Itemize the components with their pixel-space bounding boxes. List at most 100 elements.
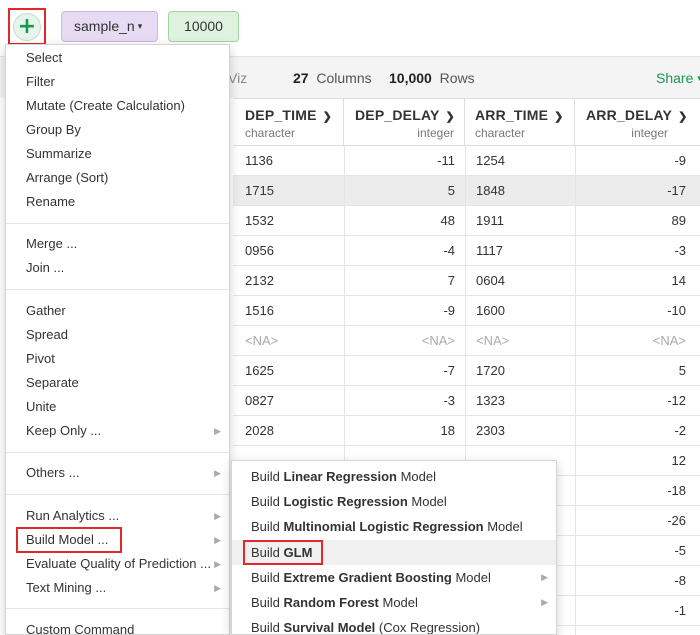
- column-count-value: 27: [293, 70, 309, 86]
- table-cell: 1136: [245, 153, 273, 168]
- plus-icon[interactable]: +: [13, 13, 41, 41]
- table-cell: -5: [674, 543, 686, 558]
- submenu-item-random-forest[interactable]: Build Random Forest Model ▶: [232, 590, 556, 615]
- menu-divider: [6, 289, 229, 290]
- table-cell: 2028: [245, 423, 274, 438]
- menu-item-label: Run Analytics ...: [26, 508, 120, 523]
- menu-item-spread[interactable]: Spread: [6, 323, 229, 347]
- menu-item-rename[interactable]: Rename: [6, 190, 229, 214]
- chevron-right-icon: ▶: [214, 559, 221, 569]
- column-count-label: Columns: [316, 70, 372, 86]
- build-model-highlight: [16, 527, 122, 553]
- table-cell: 1848: [476, 183, 505, 198]
- submenu-item-prefix: Build: [251, 494, 284, 509]
- submenu-item-model-name: Multinomial Logistic Regression: [283, 519, 484, 534]
- submenu-item-suffix: Model: [483, 519, 523, 534]
- menu-item-summarize[interactable]: Summarize: [6, 142, 229, 166]
- chevron-down-icon[interactable]: ❯: [554, 111, 563, 123]
- menu-item-pivot[interactable]: Pivot: [6, 347, 229, 371]
- table-cell: <NA>: [421, 333, 455, 348]
- chevron-down-icon[interactable]: ❯: [323, 111, 332, 123]
- row-count: 10,000 Rows: [389, 70, 475, 86]
- menu-item-arrange[interactable]: Arrange (Sort): [6, 166, 229, 190]
- table-cell: -12: [667, 393, 686, 408]
- column-header-arr-time[interactable]: ARR_TIME ❯ character: [465, 99, 575, 146]
- table-row: 0827 -3 1323 -12: [233, 386, 700, 416]
- menu-item-custom-command[interactable]: Custom Command: [6, 618, 229, 634]
- table-cell: 0827: [245, 393, 274, 408]
- table-cell: -9: [674, 153, 686, 168]
- table-cell: 1625: [245, 363, 274, 378]
- chevron-down-icon[interactable]: ❯: [678, 111, 687, 123]
- table-cell: 5: [447, 183, 455, 198]
- table-row: 1715 5 1848 -17: [233, 176, 700, 206]
- menu-item-unite[interactable]: Unite: [6, 395, 229, 419]
- share-button[interactable]: Share ▾: [656, 70, 700, 86]
- menu-divider: [6, 223, 229, 224]
- add-step-button[interactable]: +: [8, 8, 46, 45]
- menu-item-merge[interactable]: Merge ...: [6, 232, 229, 256]
- column-name: ARR_DELAY: [586, 107, 673, 123]
- table-cell: -7: [443, 363, 455, 378]
- table-cell: 1600: [476, 303, 505, 318]
- column-name: DEP_DELAY: [355, 107, 440, 123]
- chevron-right-icon: ▶: [214, 468, 221, 478]
- column-name: ARR_TIME: [475, 107, 549, 123]
- viz-tab[interactable]: Viz: [228, 70, 247, 86]
- sample-step-pill[interactable]: sample_n ▾: [61, 11, 158, 42]
- table-cell: -10: [667, 303, 686, 318]
- table-cell: 18: [440, 423, 455, 438]
- table-cell: 14: [671, 273, 686, 288]
- menu-item-join[interactable]: Join ...: [6, 256, 229, 280]
- table-cell: <NA>: [476, 333, 510, 348]
- column-header-dep-time[interactable]: DEP_TIME ❯ character: [233, 99, 344, 146]
- submenu-item-xgboost[interactable]: Build Extreme Gradient Boosting Model ▶: [232, 565, 556, 590]
- table-row: 0956 -4 1117 -3: [233, 236, 700, 266]
- menu-item-others[interactable]: Others ... ▶: [6, 461, 229, 485]
- table-row: 1625 -7 1720 5: [233, 356, 700, 386]
- chevron-right-icon: ▶: [214, 535, 221, 545]
- column-header-arr-delay[interactable]: ARR_DELAY ❯ integer: [575, 99, 700, 146]
- menu-item-text-mining[interactable]: Text Mining ... ▶: [6, 576, 229, 600]
- column-count: 27 Columns: [293, 70, 372, 86]
- chevron-right-icon: ▶: [214, 426, 221, 436]
- menu-item-gather[interactable]: Gather: [6, 299, 229, 323]
- table-row: 1516 -9 1600 -10: [233, 296, 700, 326]
- column-type: character: [245, 126, 296, 140]
- table-cell: -4: [443, 243, 455, 258]
- table-cell: 48: [440, 213, 455, 228]
- menu-item-separate[interactable]: Separate: [6, 371, 229, 395]
- menu-divider: [6, 608, 229, 609]
- table-row: 1532 48 1911 89: [233, 206, 700, 236]
- menu-item-select[interactable]: Select: [6, 46, 229, 70]
- submenu-item-logistic-regression[interactable]: Build Logistic Regression Model: [232, 489, 556, 514]
- submenu-item-model-name: Extreme Gradient Boosting: [283, 570, 452, 585]
- menu-item-evaluate-quality[interactable]: Evaluate Quality of Prediction ... ▶: [6, 552, 229, 576]
- submenu-item-suffix: Model: [451, 570, 491, 585]
- submenu-item-multinomial-logistic[interactable]: Build Multinomial Logistic Regression Mo…: [232, 514, 556, 539]
- menu-item-filter[interactable]: Filter: [6, 70, 229, 94]
- table-row: 2028 18 2303 -2: [233, 416, 700, 446]
- submenu-item-model-name: Logistic Regression: [283, 494, 408, 509]
- table-cell: 89: [671, 213, 686, 228]
- menu-item-keep-only[interactable]: Keep Only ... ▶: [6, 419, 229, 443]
- submenu-item-survival-model[interactable]: Build Survival Model (Cox Regression): [232, 615, 556, 635]
- column-header-dep-delay[interactable]: DEP_DELAY ❯ integer: [344, 99, 465, 146]
- menu-item-run-analytics[interactable]: Run Analytics ... ▶: [6, 504, 229, 528]
- submenu-item-linear-regression[interactable]: Build Linear Regression Model: [232, 464, 556, 489]
- table-cell: 7: [447, 273, 455, 288]
- table-cell: -3: [674, 243, 686, 258]
- submenu-item-suffix: Model: [378, 595, 418, 610]
- table-cell: 1715: [245, 183, 274, 198]
- menu-item-mutate[interactable]: Mutate (Create Calculation): [6, 94, 229, 118]
- table-cell: -8: [674, 573, 686, 588]
- menu-divider: [6, 494, 229, 495]
- submenu-item-suffix: (Cox Regression): [375, 620, 481, 635]
- column-header-row: DEP_TIME ❯ character DEP_DELAY ❯ integer A…: [233, 98, 700, 146]
- table-row: <NA> <NA> <NA> <NA>: [233, 326, 700, 356]
- table-row: 2132 7 0604 14: [233, 266, 700, 296]
- chevron-down-icon[interactable]: ❯: [446, 111, 455, 123]
- sample-size-value[interactable]: 10000: [168, 11, 239, 42]
- menu-item-group-by[interactable]: Group By: [6, 118, 229, 142]
- table-cell: 1516: [245, 303, 274, 318]
